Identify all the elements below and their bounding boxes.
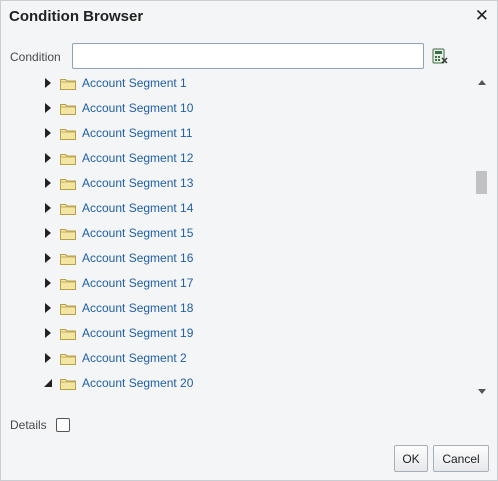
condition-tree: Account Segment 1 Account Segment 10 Accou… xyxy=(39,71,489,399)
details-label: Details xyxy=(10,418,47,432)
tree-item-label[interactable]: Account Segment 14 xyxy=(82,201,193,215)
tree-item-label[interactable]: Account Segment 17 xyxy=(82,276,193,290)
expand-arrow-icon[interactable] xyxy=(45,178,51,188)
tree-item[interactable]: Account Segment 18 xyxy=(39,296,469,321)
folder-icon xyxy=(60,127,76,140)
expand-arrow-icon[interactable] xyxy=(45,303,51,313)
folder-icon xyxy=(60,77,76,90)
dialog-title: Condition Browser xyxy=(9,8,144,25)
tree-item[interactable]: Account Segment 13 xyxy=(39,171,469,196)
tree-item-label[interactable]: Account Segment 16 xyxy=(82,251,193,265)
tree-item-label[interactable]: Account Segment 15 xyxy=(82,226,193,240)
tree-item[interactable]: Account Segment 15 xyxy=(39,221,469,246)
folder-icon xyxy=(60,252,76,265)
folder-icon xyxy=(60,327,76,340)
tree-item[interactable]: Account Segment 16 xyxy=(39,246,469,271)
folder-icon xyxy=(60,352,76,365)
collapse-arrow-icon[interactable] xyxy=(44,379,52,387)
tree-scrollbar[interactable] xyxy=(474,77,489,401)
tree-item[interactable]: Account Segment 14 xyxy=(39,196,469,221)
expand-arrow-icon[interactable] xyxy=(45,153,51,163)
condition-browser-dialog: Condition Browser ✕ Condition Account Se… xyxy=(0,0,498,481)
details-checkbox[interactable] xyxy=(56,418,70,432)
cancel-button[interactable]: Cancel xyxy=(433,445,489,472)
expand-arrow-icon[interactable] xyxy=(45,328,51,338)
tree-item[interactable]: Account Segment 12 xyxy=(39,146,469,171)
tree-item-label[interactable]: Account Segment 2 xyxy=(82,351,187,365)
scroll-down-icon[interactable] xyxy=(478,389,486,394)
tree-item[interactable]: Account Segment 10 xyxy=(39,96,469,121)
ok-button[interactable]: OK xyxy=(394,445,428,472)
expand-arrow-icon[interactable] xyxy=(45,203,51,213)
tree-item[interactable]: Account Segment 2 xyxy=(39,346,469,371)
folder-icon xyxy=(60,202,76,215)
expand-arrow-icon[interactable] xyxy=(45,253,51,263)
folder-icon xyxy=(60,302,76,315)
folder-icon xyxy=(60,377,76,390)
calculator-icon[interactable] xyxy=(432,48,448,64)
expand-arrow-icon[interactable] xyxy=(45,128,51,138)
tree-item-label[interactable]: Account Segment 13 xyxy=(82,176,193,190)
expand-arrow-icon[interactable] xyxy=(45,353,51,363)
expand-arrow-icon[interactable] xyxy=(45,278,51,288)
tree-item-label[interactable]: Account Segment 20 xyxy=(82,376,193,390)
expand-arrow-icon[interactable] xyxy=(45,78,51,88)
tree-item[interactable]: Account Segment 17 xyxy=(39,271,469,296)
tree-item[interactable]: Account Segment 1 xyxy=(39,71,469,96)
tree-item[interactable]: Account Segment 20 xyxy=(39,371,469,396)
tree-item-label[interactable]: Account Segment 11 xyxy=(82,126,193,140)
tree-item-label[interactable]: Account Segment 18 xyxy=(82,301,193,315)
tree-item-label[interactable]: Account Segment 10 xyxy=(82,101,193,115)
dialog-titlebar: Condition Browser ✕ xyxy=(1,1,497,33)
tree-item[interactable]: Account Segment 11 xyxy=(39,121,469,146)
folder-icon xyxy=(60,177,76,190)
expand-arrow-icon[interactable] xyxy=(45,228,51,238)
tree-item-label[interactable]: Account Segment 1 xyxy=(82,76,187,90)
tree-item-label[interactable]: Account Segment 12 xyxy=(82,151,193,165)
condition-input[interactable] xyxy=(72,43,424,69)
expand-arrow-icon[interactable] xyxy=(45,103,51,113)
folder-icon xyxy=(60,277,76,290)
close-icon[interactable]: ✕ xyxy=(475,6,489,26)
tree-item[interactable]: Account Segment 19 xyxy=(39,321,469,346)
folder-icon xyxy=(60,152,76,165)
scroll-up-icon[interactable] xyxy=(478,80,486,85)
folder-icon xyxy=(60,102,76,115)
condition-label: Condition xyxy=(10,50,61,64)
scrollbar-thumb[interactable] xyxy=(476,171,487,194)
folder-icon xyxy=(60,227,76,240)
tree-item-label[interactable]: Account Segment 19 xyxy=(82,326,193,340)
